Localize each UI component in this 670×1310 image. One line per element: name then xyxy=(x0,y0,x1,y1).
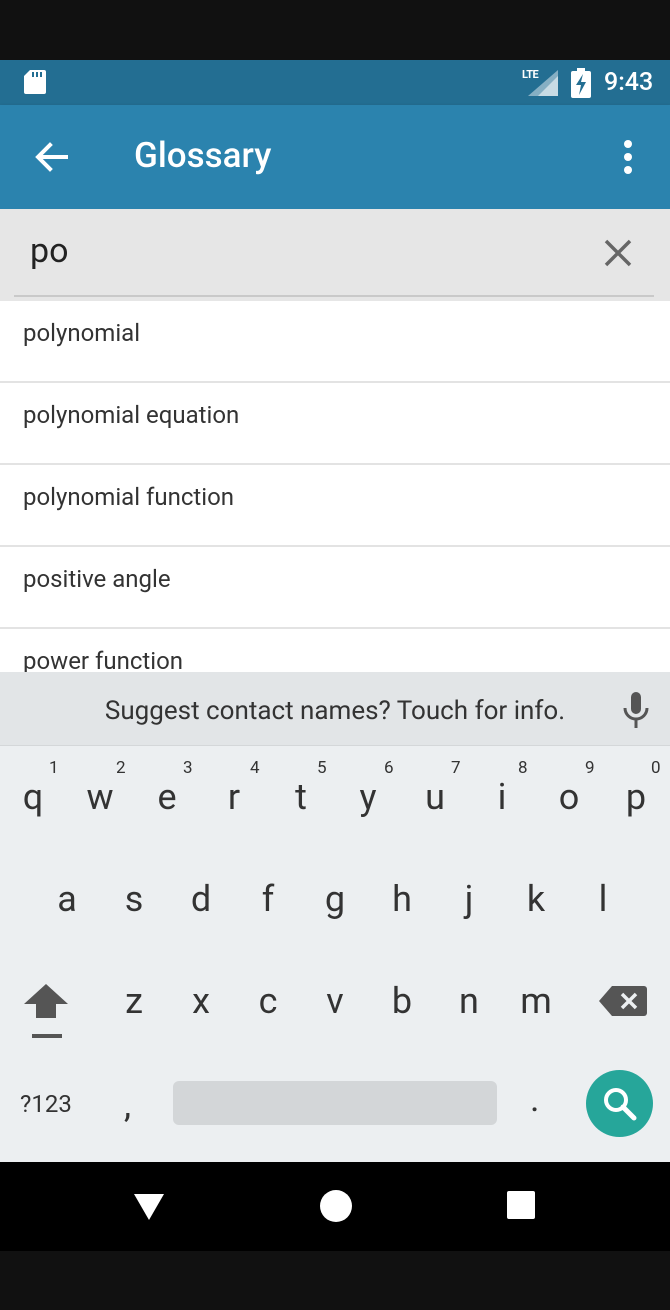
nav-back-icon[interactable] xyxy=(133,1192,165,1222)
list-item-label: polynomial equation xyxy=(23,401,240,429)
nav-home-icon[interactable] xyxy=(320,1190,352,1222)
key-hint: 3 xyxy=(183,758,193,778)
list-item-label: polynomial function xyxy=(23,483,235,511)
bottom-frame xyxy=(0,1251,670,1310)
battery-charging-icon xyxy=(571,68,591,98)
status-bar: LTE 9:43 xyxy=(0,60,670,105)
key-hint: 1 xyxy=(49,758,59,778)
soft-keyboard: Suggest contact names? Touch for info. 1… xyxy=(0,672,670,1162)
key-q[interactable]: q xyxy=(0,776,66,818)
space-key[interactable] xyxy=(173,1081,497,1125)
list-item-label: polynomial xyxy=(23,319,141,347)
key-hint: 0 xyxy=(651,758,661,778)
list-item-label: power function xyxy=(23,647,184,672)
key-hint: 9 xyxy=(585,758,595,778)
key-hint: 2 xyxy=(116,758,126,778)
list-item[interactable]: positive angle xyxy=(0,547,670,629)
list-item[interactable]: polynomial xyxy=(0,301,670,383)
key-o[interactable]: o xyxy=(536,776,602,818)
key-r[interactable]: r xyxy=(201,776,267,818)
key-a[interactable]: a xyxy=(34,878,100,920)
key-c[interactable]: c xyxy=(235,980,301,1022)
sd-card-icon xyxy=(24,70,46,94)
key-v[interactable]: v xyxy=(302,980,368,1022)
top-frame xyxy=(0,0,670,60)
key-u[interactable]: u xyxy=(402,776,468,818)
search-input[interactable]: po xyxy=(30,231,68,271)
key-j[interactable]: j xyxy=(436,878,502,920)
key-p[interactable]: p xyxy=(603,776,669,818)
search-key[interactable] xyxy=(586,1070,653,1137)
nav-recents-icon[interactable] xyxy=(507,1191,535,1219)
more-options-icon[interactable] xyxy=(606,133,650,181)
backspace-icon[interactable] xyxy=(598,984,648,1018)
app-bar: Glossary xyxy=(0,105,670,209)
key-hint: 7 xyxy=(451,758,461,778)
suggestion-strip[interactable]: Suggest contact names? Touch for info. xyxy=(0,672,670,746)
comma-key[interactable]: , xyxy=(124,1084,131,1126)
key-i[interactable]: i xyxy=(469,776,535,818)
suggestion-text: Suggest contact names? Touch for info. xyxy=(104,696,566,726)
key-m[interactable]: m xyxy=(503,980,569,1022)
clock: 9:43 xyxy=(604,68,654,97)
key-t[interactable]: t xyxy=(268,776,334,818)
key-f[interactable]: f xyxy=(235,878,301,920)
shift-icon[interactable] xyxy=(20,980,72,1040)
search-icon xyxy=(604,1088,637,1121)
key-y[interactable]: y xyxy=(335,776,401,818)
key-hint: 5 xyxy=(317,758,327,778)
key-s[interactable]: s xyxy=(101,878,167,920)
key-w[interactable]: w xyxy=(67,776,133,818)
key-e[interactable]: e xyxy=(134,776,200,818)
list-item[interactable]: power function xyxy=(0,629,670,672)
key-d[interactable]: d xyxy=(168,878,234,920)
key-b[interactable]: b xyxy=(369,980,435,1022)
key-g[interactable]: g xyxy=(302,878,368,920)
key-x[interactable]: x xyxy=(168,980,234,1022)
results-list: polynomial polynomial equation polynomia… xyxy=(0,301,670,672)
close-icon[interactable] xyxy=(596,231,640,275)
symbols-key[interactable]: ?123 xyxy=(20,1090,72,1118)
search-bar: po xyxy=(0,209,670,301)
key-n[interactable]: n xyxy=(436,980,502,1022)
key-l[interactable]: l xyxy=(570,878,636,920)
key-z[interactable]: z xyxy=(101,980,167,1022)
page-title: Glossary xyxy=(134,135,272,176)
key-h[interactable]: h xyxy=(369,878,435,920)
list-item[interactable]: polynomial equation xyxy=(0,383,670,465)
key-hint: 6 xyxy=(384,758,394,778)
microphone-icon[interactable] xyxy=(618,690,654,730)
key-hint: 8 xyxy=(518,758,528,778)
list-item[interactable]: polynomial function xyxy=(0,465,670,547)
period-key[interactable]: . xyxy=(530,1078,540,1120)
back-arrow-icon[interactable] xyxy=(22,133,82,181)
signal-icon xyxy=(528,70,558,96)
key-k[interactable]: k xyxy=(503,878,569,920)
navigation-bar xyxy=(0,1162,670,1251)
list-item-label: positive angle xyxy=(23,565,171,593)
key-hint: 4 xyxy=(250,758,260,778)
search-underline xyxy=(14,295,654,297)
